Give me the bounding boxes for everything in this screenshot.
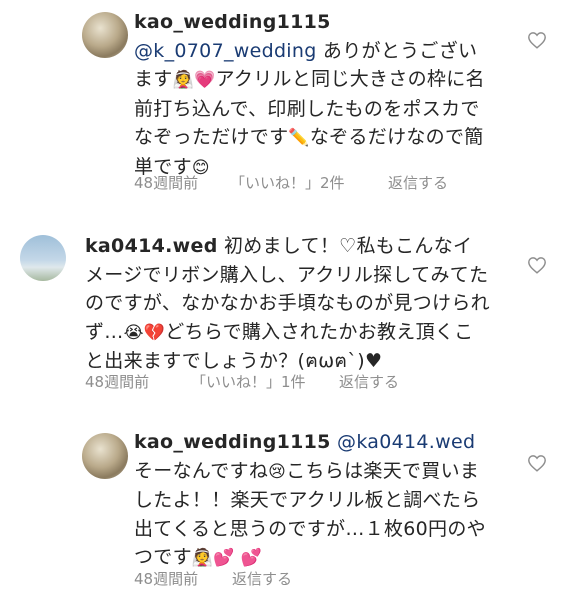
comment-meta: 48週間前 「いいね！」1件 返信する (85, 371, 399, 392)
avatar[interactable] (82, 433, 128, 479)
likes-count[interactable]: 「いいね！」2件 (230, 172, 388, 193)
comment-text: kao_wedding1115 @k_0707_wedding ありがとうござい… (134, 11, 485, 178)
username[interactable]: kao_wedding1115 (134, 11, 331, 33)
heart-outline-icon[interactable] (527, 31, 547, 49)
timestamp: 48週間前 (134, 570, 199, 588)
emoji: 👰💗 (172, 70, 216, 90)
mention-link[interactable]: @k_0707_wedding (134, 40, 317, 62)
username[interactable]: ka0414.wed (85, 235, 218, 257)
heart-outline-icon[interactable] (527, 454, 547, 472)
comment-text: ka0414.wed 初めまして！♡私もこんなイメージでリボン購入し、アクリル探… (85, 235, 490, 372)
reply-button[interactable]: 返信する (232, 568, 292, 589)
avatar[interactable] (20, 235, 66, 281)
timestamp: 48週間前 (134, 174, 199, 192)
mention-link[interactable]: @ka0414.wed (337, 431, 475, 453)
comment-text: kao_wedding1115 @ka0414.wed そーなんですね😢こちらは… (134, 431, 486, 568)
username[interactable]: kao_wedding1115 (134, 431, 331, 453)
reply-button[interactable]: 返信する (388, 172, 448, 193)
comment-meta: 48週間前 返信する (134, 568, 292, 589)
avatar[interactable] (82, 12, 128, 58)
emoji: 👰💕 💕 (191, 548, 263, 568)
emoji: 😭💔 (123, 322, 166, 343)
likes-count[interactable]: 「いいね！」1件 (191, 371, 339, 392)
emoji: 😢 (268, 461, 287, 482)
timestamp: 48週間前 (85, 373, 150, 391)
comment-meta: 48週間前 「いいね！」2件 返信する (134, 172, 448, 193)
heart-outline-icon[interactable] (527, 256, 547, 274)
reply-button[interactable]: 返信する (339, 371, 399, 392)
emoji: ✏️ (288, 128, 310, 148)
